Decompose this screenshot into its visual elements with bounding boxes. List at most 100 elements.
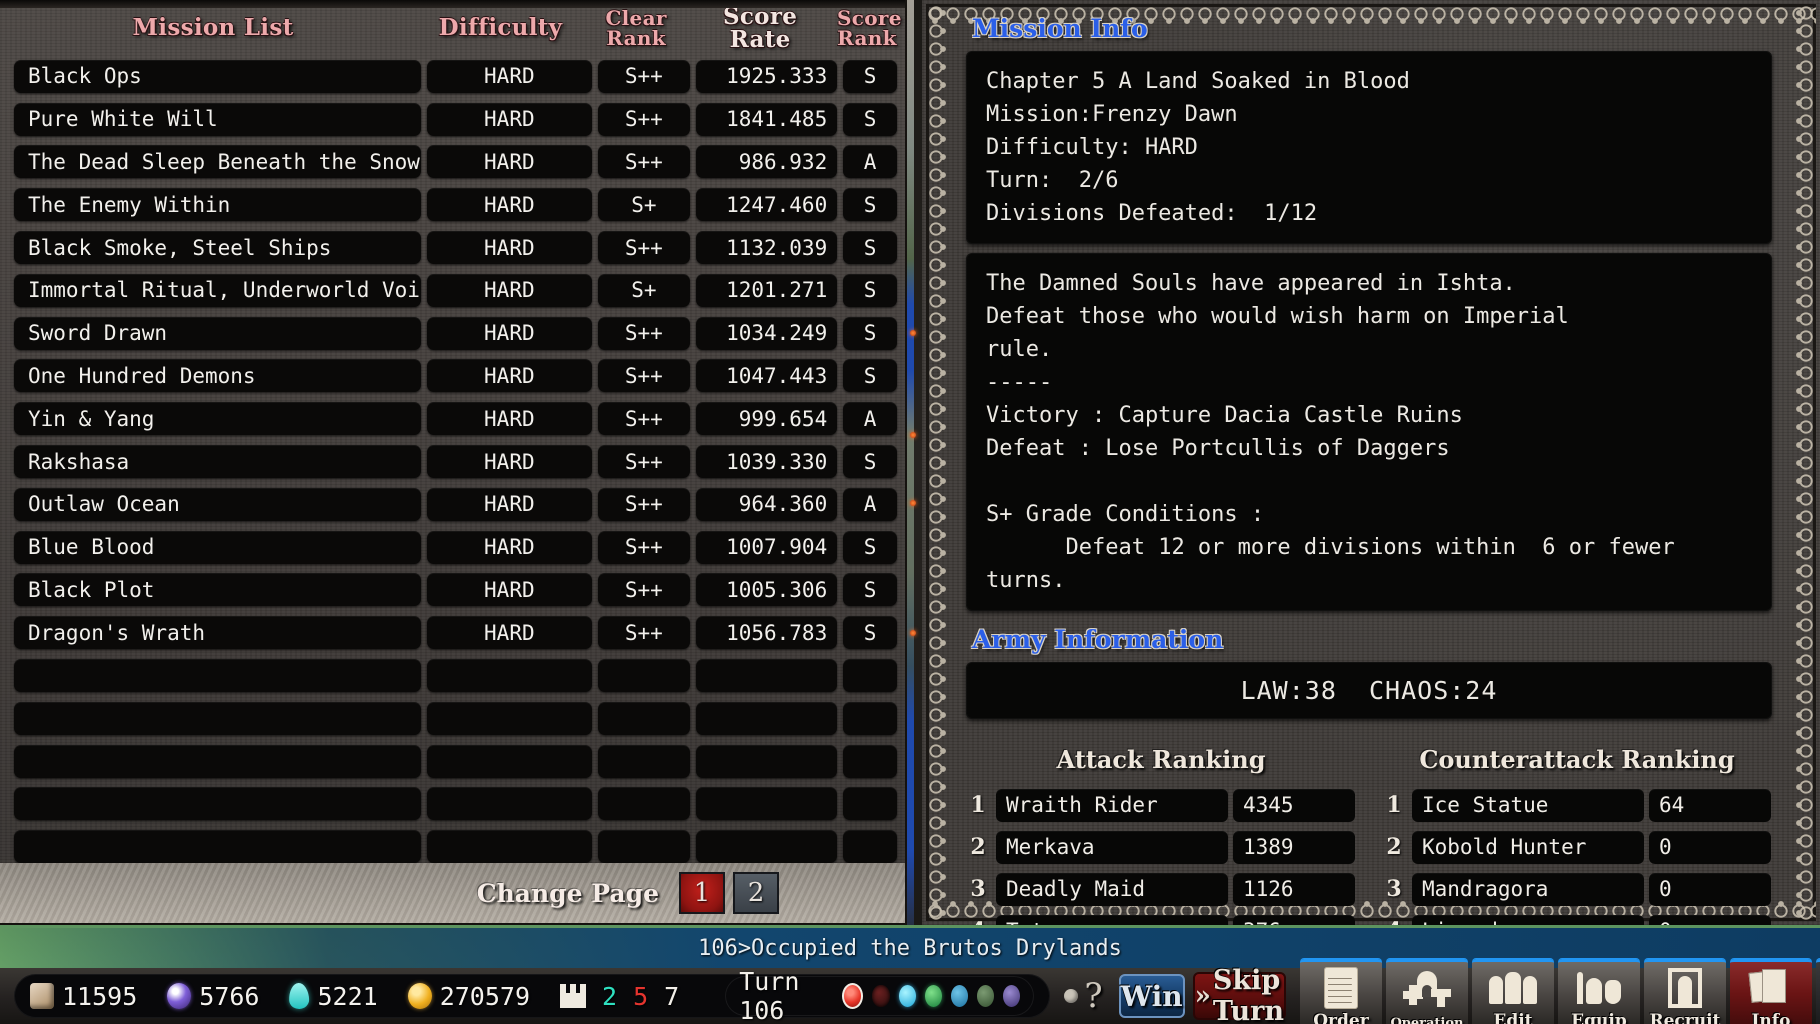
counterattack-rank-unit-name: Kobold Hunter [1412, 830, 1644, 864]
game-screen: Mission List Difficulty Clear Rank Score… [0, 0, 1820, 1024]
table-row[interactable]: The Enemy Within HARD S+ 1247.460 S [8, 183, 898, 226]
clear-rank-cell [598, 830, 690, 864]
counterattack-ranking: Counterattack Ranking 1 Ice Statue 64 2 Kobo… [1382, 745, 1772, 925]
counterattack-rank-unit-value: 0 [1649, 914, 1771, 925]
difficulty-cell: HARD [426, 59, 593, 93]
attack-rank-row: 2 Merkava 1389 [966, 826, 1356, 868]
strip-divider [914, 0, 922, 925]
faction-orb-icon[interactable] [898, 985, 916, 1007]
attack-rank-row: 1 Wraith Rider 4345 [966, 784, 1356, 826]
menu-button-order[interactable]: Order [1299, 959, 1382, 1024]
clear-rank-cell: S++ [598, 102, 690, 136]
resource-gold: 270579 [407, 981, 531, 1011]
table-row[interactable]: The Dead Sleep Beneath the Snow HARD S++ 98… [8, 141, 898, 184]
score-rank-cell: S [843, 530, 898, 564]
menu-button-operation[interactable]: Operation [1385, 959, 1468, 1024]
count-ally: 2 [602, 981, 618, 1011]
table-row[interactable]: Outlaw Ocean HARD S++ 964.360 A [8, 483, 898, 526]
map-marker-icon [910, 432, 916, 438]
menu-button-recruit[interactable]: Recruit [1643, 959, 1726, 1024]
score-rate-cell [695, 787, 838, 821]
attack-rank-position: 4 [966, 918, 990, 925]
attack-rank-unit-value: 4345 [1233, 788, 1355, 822]
mission-name-cell: Black Smoke, Steel Ships [14, 231, 421, 265]
table-row[interactable]: Sword Drawn HARD S++ 1034.249 S [8, 312, 898, 355]
menu-button-info[interactable]: Info [1729, 959, 1812, 1024]
skip-turn-button[interactable]: » Skip Turn [1192, 965, 1286, 1024]
header-score-rank: Score Rank [837, 5, 902, 50]
active-faction-orb-icon[interactable] [842, 983, 864, 1009]
mission-name-cell: One Hundred Demons [14, 359, 421, 393]
score-rate-cell: 1841.485 [695, 102, 838, 136]
mission-name-cell [14, 701, 421, 735]
table-row[interactable]: Yin & Yang HARD S++ 999.654 A [8, 397, 898, 440]
table-row[interactable]: Blue Blood HARD S++ 1007.904 S [8, 526, 898, 569]
table-row[interactable]: One Hundred Demons HARD S++ 1047.443 S [8, 355, 898, 398]
table-row[interactable]: Black Smoke, Steel Ships HARD S++ 1132.039 S [8, 226, 898, 269]
counterattack-rank-position: 3 [1386, 876, 1402, 902]
mission-name-cell [14, 787, 421, 821]
attack-ranking-title: Attack Ranking [1056, 745, 1266, 774]
faction-orb-icon[interactable] [924, 985, 942, 1007]
header-mission-list: Mission List [132, 14, 294, 41]
score-rate-cell: 1034.249 [695, 316, 838, 350]
table-row[interactable]: Black Plot HARD S++ 1005.306 S [8, 569, 898, 612]
minimap-gradient [907, 0, 914, 925]
menu-button-equip[interactable]: Equip [1557, 959, 1640, 1024]
clear-rank-cell: S++ [598, 231, 690, 265]
counterattack-ranking-title: Counterattack Ranking [1419, 745, 1735, 774]
score-rate-cell [695, 659, 838, 693]
rankings: Attack Ranking 1 Wraith Rider 4345 2 Merkava… [966, 745, 1786, 925]
counterattack-rank-row: 3 Mandragora 0 [1382, 868, 1772, 910]
table-row[interactable]: Rakshasa HARD S++ 1039.330 S [8, 440, 898, 483]
faction-orb-icon[interactable] [872, 985, 890, 1007]
ticker-message: 106>Occupied the Brutos Drylands [698, 935, 1122, 961]
header-difficulty: Difficulty [438, 14, 563, 41]
score-rank-cell: A [843, 145, 898, 179]
table-row[interactable]: Black Ops HARD S++ 1925.333 S [8, 55, 898, 98]
page-button-1[interactable]: 1 [679, 872, 725, 914]
menu-button-edit[interactable]: Edit [1471, 959, 1554, 1024]
resource-gem: 5766 [167, 982, 259, 1011]
page-button-2[interactable]: 2 [733, 872, 779, 914]
table-row[interactable] [8, 740, 898, 783]
difficulty-cell [426, 830, 593, 864]
faction-orb-icon[interactable] [950, 985, 969, 1007]
score-rank-cell: S [843, 573, 898, 607]
mission-name-cell: Rakshasa [14, 445, 421, 479]
attack-rank-unit-value: 1389 [1233, 830, 1355, 864]
score-rank-cell: S [843, 316, 898, 350]
panel-top-edge [0, 0, 905, 8]
difficulty-cell: HARD [426, 487, 593, 521]
skip-turn-label: Skip Turn [1212, 965, 1284, 1024]
table-row[interactable] [8, 825, 898, 868]
gold-value: 270579 [439, 981, 531, 1011]
menu-button-system[interactable]: System [1815, 959, 1820, 1024]
faction-orb-icon[interactable] [1003, 985, 1021, 1007]
difficulty-cell [426, 787, 593, 821]
table-row[interactable] [8, 783, 898, 826]
attack-rank-unit-name: Tetra [996, 914, 1228, 925]
win-button[interactable]: Win [1118, 974, 1185, 1018]
table-row[interactable]: Pure White Will HARD S++ 1841.485 S [8, 98, 898, 141]
counterattack-rank-unit-name: Lizardman [1412, 914, 1644, 925]
mission-name-cell: Yin & Yang [14, 402, 421, 436]
panel-ornament-left [927, 4, 949, 921]
faction-orb-icon[interactable] [977, 985, 995, 1007]
mission-name-cell [14, 830, 421, 864]
score-rate-cell: 1005.306 [695, 573, 838, 607]
gem-value: 5766 [199, 981, 260, 1011]
header-score-rate: Score Rate [722, 2, 798, 53]
table-row[interactable] [8, 697, 898, 740]
table-row[interactable]: Dragon's Wrath HARD S++ 1056.783 S [8, 611, 898, 654]
mission-name-cell: Black Ops [14, 59, 421, 93]
score-rank-cell: S [843, 59, 898, 93]
score-rate-cell: 1201.271 [695, 273, 838, 307]
page-footer: Change Page 12 [0, 863, 905, 923]
table-row[interactable] [8, 654, 898, 697]
castle-icon [560, 984, 587, 1008]
difficulty-cell [426, 659, 593, 693]
difficulty-cell: HARD [426, 573, 593, 607]
help-button[interactable]: ? [1064, 976, 1103, 1016]
table-row[interactable]: Immortal Ritual, Underworld Voices HARD S+… [8, 269, 898, 312]
